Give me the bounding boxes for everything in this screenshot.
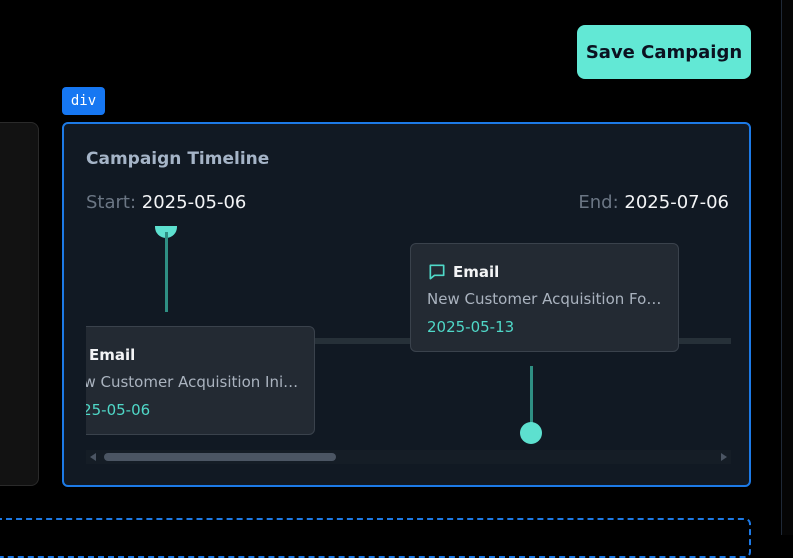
window-edge — [781, 0, 793, 535]
drop-zone — [0, 518, 751, 558]
timeline-event-card[interactable]: Email New Customer Acquisition Initi... … — [86, 326, 315, 435]
timeline-event-card[interactable]: Email New Customer Acquisition Foll... 2… — [410, 243, 679, 352]
save-campaign-button[interactable]: Save Campaign — [577, 25, 751, 79]
end-label: End: — [578, 192, 619, 213]
timeline-end: End: 2025-07-06 — [578, 192, 729, 213]
scrollbar-thumb[interactable] — [104, 453, 336, 461]
event-date: 2025-05-06 — [86, 401, 151, 419]
event-marker-dot — [520, 422, 542, 444]
event-marker-stem — [165, 232, 168, 312]
end-date: 2025-07-06 — [624, 192, 729, 213]
event-name: New Customer Acquisition Foll... — [427, 290, 664, 308]
horizontal-scrollbar[interactable] — [86, 450, 731, 464]
event-date: 2025-05-13 — [427, 318, 515, 336]
event-type: Email — [89, 346, 136, 364]
left-panel — [0, 122, 39, 486]
campaign-timeline-card: Campaign Timeline Start: 2025-05-06 End:… — [62, 122, 751, 487]
start-label: Start: — [86, 192, 137, 213]
scroll-right-arrow-icon[interactable] — [721, 453, 727, 461]
timeline-scroll-area[interactable]: Email New Customer Acquisition Initi... … — [86, 226, 731, 466]
start-date: 2025-05-06 — [141, 192, 247, 213]
chat-bubble-icon — [429, 264, 445, 280]
scroll-left-arrow-icon[interactable] — [90, 453, 96, 461]
timeline-title: Campaign Timeline — [86, 149, 270, 169]
event-type: Email — [453, 263, 500, 281]
event-name: New Customer Acquisition Initi... — [86, 373, 300, 391]
element-inspector-tag: div — [62, 87, 105, 115]
timeline-start: Start: 2025-05-06 — [86, 192, 246, 213]
